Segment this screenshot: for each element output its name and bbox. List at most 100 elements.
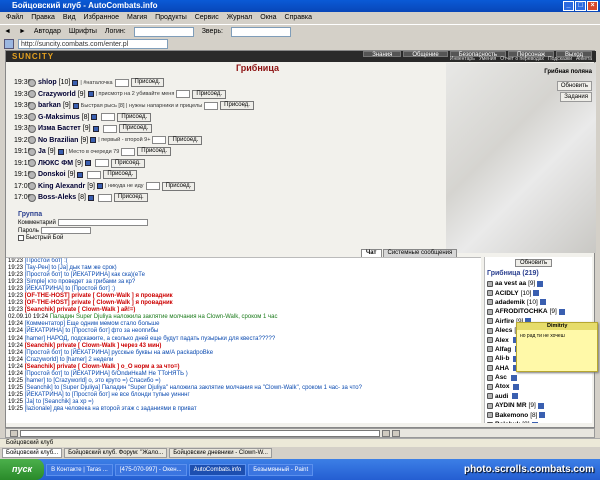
- user-nick[interactable]: AHA: [495, 365, 509, 372]
- login-input[interactable]: [133, 26, 194, 37]
- info-icon[interactable]: [87, 91, 94, 98]
- window-tab-diary[interactable]: Бойцовские дневники - Clown-W...: [169, 447, 272, 458]
- menu-magic[interactable]: Магия: [127, 12, 147, 24]
- info-icon[interactable]: [72, 102, 79, 109]
- comment-input[interactable]: [57, 219, 148, 226]
- taskbar-item-icq[interactable]: [475-070-997] - Окен...: [114, 463, 187, 476]
- chat-line[interactable]: 19:24 [Seanchik] private [ Clown-Walk ] …: [6, 343, 481, 350]
- maximize-icon[interactable]: □: [575, 1, 586, 11]
- menu-journal[interactable]: Журнал: [227, 12, 253, 24]
- join-button[interactable]: Присоед.: [110, 158, 145, 168]
- user-nick[interactable]: Airfire: [495, 318, 514, 325]
- user-nick[interactable]: Alecs: [495, 327, 512, 334]
- info-icon[interactable]: [91, 114, 98, 121]
- beast-input[interactable]: [230, 26, 291, 37]
- info-icon[interactable]: [92, 125, 99, 132]
- nav-inventory[interactable]: Инвентарь: [450, 57, 475, 62]
- nav-transfers[interactable]: Отчет о переводах: [500, 57, 544, 62]
- info-icon[interactable]: [512, 393, 519, 400]
- chat-line[interactable]: 19:25 [ЙЕКАТРИНА] to [Простой бот] не вс…: [6, 392, 481, 399]
- join-button[interactable]: Присоед.: [103, 170, 138, 180]
- chat-line[interactable]: 02.09.10 19:24 Паладин Super Djuliya нал…: [6, 314, 481, 321]
- chat-input[interactable]: [20, 429, 380, 437]
- player-nick[interactable]: barkan: [38, 102, 61, 109]
- info-icon[interactable]: [531, 421, 538, 423]
- join-password-input[interactable]: [101, 113, 116, 122]
- player-nick[interactable]: Boss-Aleks: [38, 194, 76, 201]
- info-icon[interactable]: [558, 308, 565, 315]
- user-nick[interactable]: adademik: [495, 299, 525, 306]
- nav-hints[interactable]: Подсказки: [548, 57, 572, 62]
- info-icon[interactable]: [72, 79, 79, 86]
- user-nick[interactable]: audi: [495, 393, 508, 400]
- user-nick[interactable]: aa vest aa: [495, 280, 526, 287]
- user-row[interactable]: Atox: [487, 382, 591, 391]
- info-icon[interactable]: [539, 299, 546, 306]
- user-nick[interactable]: ACIDLY: [495, 290, 519, 297]
- chat-line[interactable]: 19:23 [Простой бот] to [ЙЕКАТРИНА] как с…: [6, 272, 481, 279]
- player-nick[interactable]: No Brazilian: [38, 137, 78, 144]
- menu-view[interactable]: Вид: [63, 12, 76, 24]
- menu-file[interactable]: Файл: [6, 12, 23, 24]
- info-icon[interactable]: [90, 137, 97, 144]
- info-icon[interactable]: [537, 280, 544, 287]
- info-icon[interactable]: [533, 290, 540, 297]
- user-row[interactable]: Bakemono [8]: [487, 410, 591, 419]
- join-button[interactable]: Присоед.: [137, 147, 172, 157]
- player-nick[interactable]: G-Maksimus: [38, 114, 80, 121]
- close-icon[interactable]: ×: [587, 1, 598, 11]
- join-button[interactable]: Присоед.: [168, 135, 203, 145]
- info-icon[interactable]: [513, 383, 520, 390]
- fonts-button[interactable]: Шрифты: [69, 28, 97, 35]
- taskbar-item-autocombats[interactable]: AutoCombats.info: [188, 463, 247, 476]
- user-row[interactable]: Asc: [487, 373, 591, 382]
- user-nick[interactable]: Bakemono: [495, 412, 528, 419]
- start-button[interactable]: пуск: [0, 459, 45, 480]
- info-icon[interactable]: [537, 402, 544, 409]
- user-nick[interactable]: Atox: [495, 383, 509, 390]
- player-nick[interactable]: Ja: [38, 148, 46, 155]
- join-button[interactable]: Присоед.: [161, 181, 196, 191]
- chat-line[interactable]: 19:24 [hamer] НАРОД, подскажите, а сколь…: [6, 336, 481, 343]
- player-nick[interactable]: Изма Бастет: [38, 125, 81, 132]
- chat-line[interactable]: 19:23 [OF-THE-HOST] private [ Clown-Walk…: [6, 293, 481, 300]
- menu-edit[interactable]: Правка: [31, 12, 55, 24]
- player-nick[interactable]: ЛЮКС ФМ: [38, 160, 73, 167]
- join-password-input[interactable]: [97, 193, 112, 202]
- join-password-input[interactable]: [176, 90, 191, 99]
- info-icon[interactable]: [57, 148, 64, 155]
- player-nick[interactable]: Crazyworld: [38, 91, 76, 98]
- chat-line[interactable]: 19:24 [Crazyworld] to [hamer] 2 недели: [6, 357, 481, 364]
- user-row[interactable]: AYDIN MR [9]: [487, 401, 591, 410]
- chat-line[interactable]: 19:23 [Простой бот] :(: [6, 258, 481, 265]
- password-input[interactable]: [40, 227, 91, 234]
- minimize-icon[interactable]: _: [563, 1, 574, 11]
- forward-icon[interactable]: ►: [19, 28, 26, 35]
- menu-products[interactable]: Продукты: [155, 12, 187, 24]
- menu-windows[interactable]: Окна: [260, 12, 276, 24]
- join-password-input[interactable]: [204, 101, 219, 110]
- info-icon[interactable]: [87, 194, 94, 201]
- player-nick[interactable]: shlop: [38, 79, 57, 86]
- user-row[interactable]: AFRODITOCHKA [9]: [487, 307, 591, 316]
- send-icon[interactable]: [382, 429, 390, 437]
- user-row[interactable]: ACIDLY [10]: [487, 288, 591, 297]
- refresh-button[interactable]: Обновить: [556, 81, 592, 91]
- window-tab-club[interactable]: Бойцовский клуб...: [2, 447, 63, 458]
- url-input[interactable]: http://suncity.combats.com/enter.pl: [18, 39, 168, 49]
- autodar-button[interactable]: Автодар: [34, 28, 61, 35]
- join-password-input[interactable]: [152, 136, 167, 145]
- user-row[interactable]: adademik [10]: [487, 298, 591, 307]
- join-password-input[interactable]: [121, 147, 136, 156]
- taskbar-item-paint[interactable]: Безымянный - Paint: [248, 463, 314, 476]
- menu-favorites[interactable]: Избранное: [84, 12, 119, 24]
- user-nick[interactable]: Balabuk: [495, 421, 520, 423]
- clear-icon[interactable]: [392, 429, 400, 437]
- chat-line[interactable]: 19:25 [hamer] to [Crazyworld] о, это кру…: [6, 378, 481, 385]
- users-refresh-button[interactable]: Обновить: [515, 259, 553, 267]
- user-row[interactable]: audi: [487, 392, 591, 401]
- join-password-input[interactable]: [87, 170, 102, 179]
- chat-line[interactable]: 19:23 [Seanchik] private [ Clown-Walk ] …: [6, 307, 481, 314]
- info-icon[interactable]: [84, 160, 91, 167]
- join-button[interactable]: Присоед.: [113, 193, 148, 203]
